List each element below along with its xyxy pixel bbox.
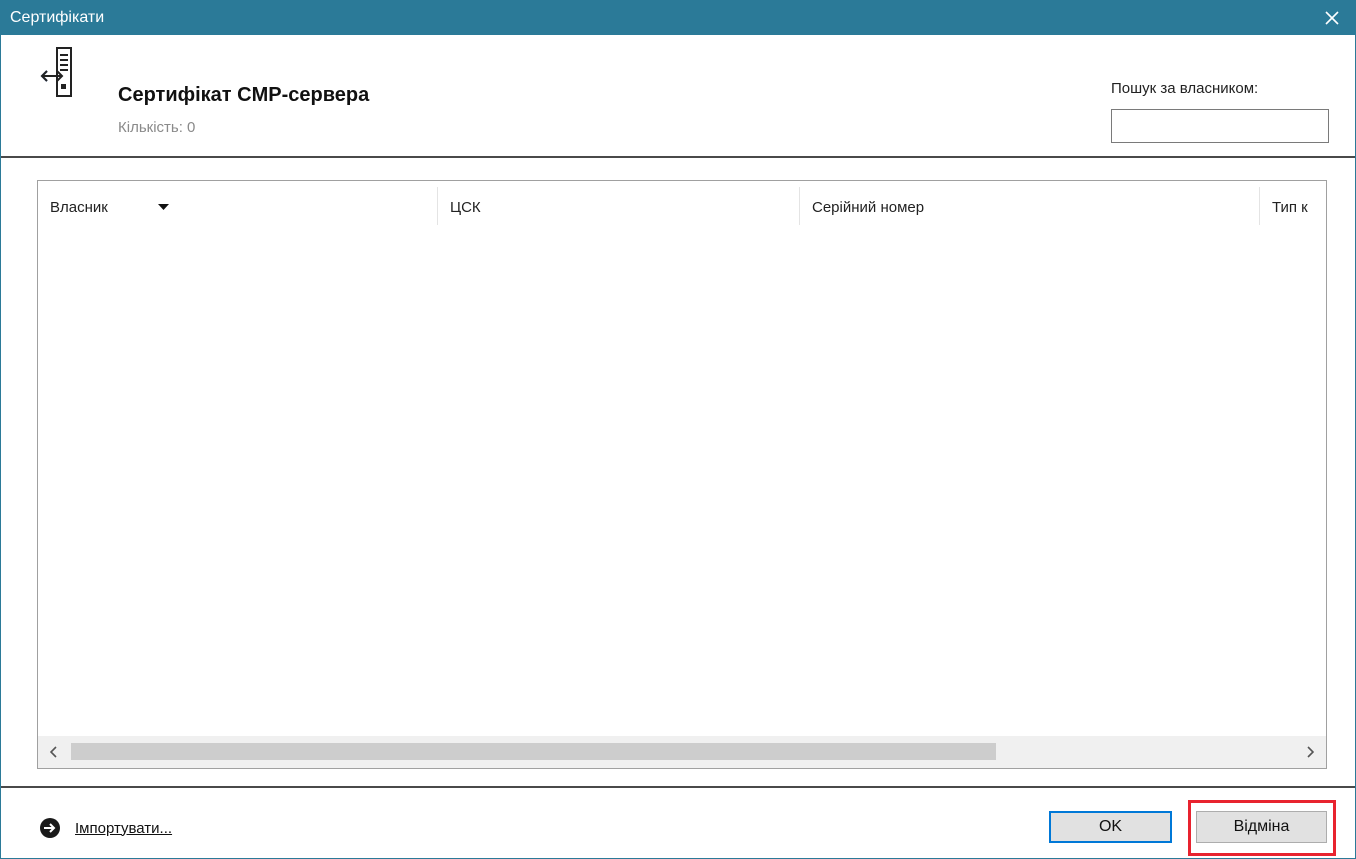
search-label: Пошук за власником: xyxy=(1111,80,1259,97)
column-header-type[interactable]: Тип к xyxy=(1260,181,1326,229)
column-header-label: ЦСК xyxy=(450,199,481,216)
scroll-right-button[interactable] xyxy=(1294,736,1326,768)
scroll-left-button[interactable] xyxy=(38,736,70,768)
server-transfer-icon xyxy=(40,47,72,97)
sort-down-icon xyxy=(158,204,169,210)
close-icon xyxy=(1325,11,1339,25)
certificates-dialog: Сертифікати Сертифікат CMP-сервера Кільк… xyxy=(0,0,1356,859)
certificate-count: Кількість: 0 xyxy=(118,119,196,136)
chevron-right-icon xyxy=(1307,746,1314,758)
cancel-button[interactable]: Відміна xyxy=(1196,811,1327,843)
import-link[interactable]: Імпортувати... xyxy=(39,817,172,839)
column-header-label: Серійний номер xyxy=(812,199,925,216)
import-arrow-icon xyxy=(40,818,60,838)
column-header-label: Тип к xyxy=(1272,199,1308,216)
header-divider xyxy=(1,156,1355,158)
column-header-serial[interactable]: Серійний номер xyxy=(800,181,1260,229)
footer-divider xyxy=(1,786,1355,788)
column-header-owner[interactable]: Власник xyxy=(38,181,438,229)
window-title: Сертифікати xyxy=(10,9,105,26)
scroll-thumb[interactable] xyxy=(71,743,996,760)
column-header-label: Власник xyxy=(50,199,108,216)
certificates-table[interactable]: Власник ЦСК Серійний номер Тип к xyxy=(37,180,1327,769)
chevron-left-icon xyxy=(50,746,57,758)
column-header-csk[interactable]: ЦСК xyxy=(438,181,800,229)
ok-button[interactable]: OK xyxy=(1049,811,1172,843)
page-title: Сертифікат CMP-сервера xyxy=(118,84,370,106)
title-bar: Сертифікати xyxy=(1,1,1355,35)
close-button[interactable] xyxy=(1309,1,1355,35)
horizontal-scrollbar[interactable] xyxy=(38,736,1326,768)
import-label: Імпортувати... xyxy=(75,819,173,837)
owner-search-input[interactable] xyxy=(1111,109,1329,143)
